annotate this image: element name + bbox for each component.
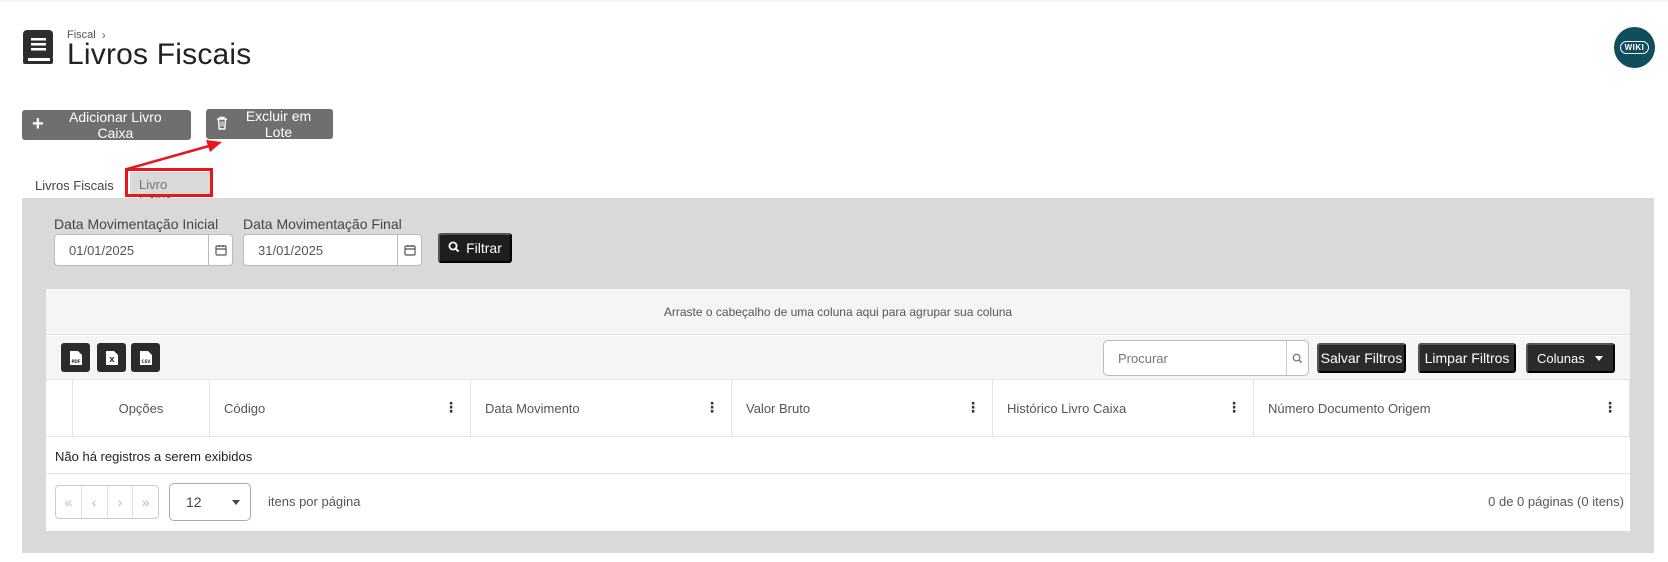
end-date-input[interactable]: 31/01/2025	[243, 234, 422, 266]
grid-header-row: Opções Código ⋮ Data Movimento ⋮ Valor B…	[46, 380, 1630, 437]
grid-search-input[interactable]: Procurar	[1103, 340, 1309, 376]
svg-text:PDF: PDF	[71, 359, 80, 364]
chevron-down-icon	[232, 499, 240, 505]
filter-button[interactable]: Filtrar	[438, 233, 512, 263]
column-menu-icon[interactable]: ⋮	[1227, 400, 1241, 414]
clear-filters-button[interactable]: Limpar Filtros	[1418, 343, 1516, 373]
book-icon	[22, 29, 55, 65]
column-header-label: Valor Bruto	[746, 401, 811, 416]
column-header-label: Código	[224, 401, 266, 416]
per-page-label: itens por página	[268, 494, 361, 509]
column-header-label: Histórico Livro Caixa	[1007, 401, 1127, 416]
search-placeholder: Procurar	[1118, 350, 1168, 366]
pagination: « ‹ › »	[55, 485, 159, 519]
column-menu-icon[interactable]: ⋮	[966, 400, 980, 414]
csv-export-icon[interactable]: CSV	[131, 343, 160, 372]
svg-text:X: X	[109, 356, 115, 364]
search-icon[interactable]	[1286, 341, 1308, 375]
filter-label: Filtrar	[466, 240, 502, 256]
column-header-label: Data Movimento	[485, 401, 580, 416]
column-menu-icon[interactable]: ⋮	[1603, 400, 1617, 414]
add-livro-caixa-label: Adicionar Livro Caixa	[69, 109, 162, 141]
group-drop-area[interactable]: Arraste o cabeçalho de uma coluna aqui p…	[46, 289, 1630, 335]
batch-delete-label: Excluir em Lote	[245, 108, 312, 140]
column-header-valor-bruto[interactable]: Valor Bruto ⋮	[731, 380, 992, 437]
end-date-value: 31/01/2025	[258, 242, 324, 258]
column-header-data-movimento[interactable]: Data Movimento ⋮	[470, 380, 731, 437]
column-header-label: Opções	[118, 401, 164, 416]
tab-livros-fiscais[interactable]: Livros Fiscais	[35, 178, 114, 193]
group-hint: Arraste o cabeçalho de uma coluna aqui p…	[663, 304, 1013, 319]
column-header-historico[interactable]: Histórico Livro Caixa ⋮	[992, 380, 1253, 437]
wiki-badge: WIKI	[1619, 41, 1650, 54]
end-date-label: Data Movimentação Final	[243, 216, 402, 232]
search-icon	[448, 240, 460, 256]
column-header-numero-documento[interactable]: Número Documento Origem ⋮	[1253, 380, 1630, 437]
column-header-select	[46, 380, 72, 437]
svg-text:CSV: CSV	[141, 359, 151, 364]
wiki-button[interactable]: WIKI	[1614, 27, 1655, 68]
add-livro-caixa-button[interactable]: + Adicionar Livro Caixa	[22, 109, 191, 141]
chevron-down-icon	[1595, 355, 1603, 361]
columns-label: Colunas	[1537, 350, 1585, 366]
column-menu-icon[interactable]: ⋮	[444, 400, 458, 414]
top-border	[0, 0, 1668, 2]
start-date-input[interactable]: 01/01/2025	[54, 234, 233, 266]
empty-message: Não há registros a serem exibidos	[55, 449, 253, 464]
plus-icon: +	[32, 113, 44, 135]
trash-icon	[216, 116, 228, 133]
page-info: 0 de 0 páginas (0 itens)	[1488, 494, 1624, 509]
page-size-value: 12	[186, 494, 202, 510]
page-title: Livros Fiscais	[67, 38, 252, 71]
save-filters-button[interactable]: Salvar Filtros	[1317, 343, 1406, 373]
pdf-export-icon[interactable]: PDF	[61, 343, 90, 372]
batch-delete-button[interactable]: Excluir em Lote	[206, 108, 333, 140]
columns-dropdown-button[interactable]: Colunas	[1526, 343, 1615, 373]
column-header-codigo[interactable]: Código ⋮	[209, 380, 470, 437]
previous-page-icon[interactable]: ‹	[82, 486, 108, 518]
start-date-value: 01/01/2025	[69, 242, 135, 258]
column-menu-icon[interactable]: ⋮	[705, 400, 719, 414]
calendar-icon[interactable]	[208, 235, 232, 265]
column-header-label: Número Documento Origem	[1268, 401, 1431, 416]
start-date-label: Data Movimentação Inicial	[54, 216, 219, 232]
page-size-select[interactable]: 12	[169, 483, 251, 521]
next-page-icon[interactable]: ›	[108, 486, 134, 518]
last-page-icon[interactable]: »	[133, 486, 158, 518]
first-page-icon[interactable]: «	[56, 486, 82, 518]
calendar-icon[interactable]	[397, 235, 421, 265]
excel-export-icon[interactable]: X	[97, 343, 126, 372]
annotation-highlight-box	[125, 168, 213, 197]
column-header-opcoes[interactable]: Opções	[72, 380, 209, 437]
